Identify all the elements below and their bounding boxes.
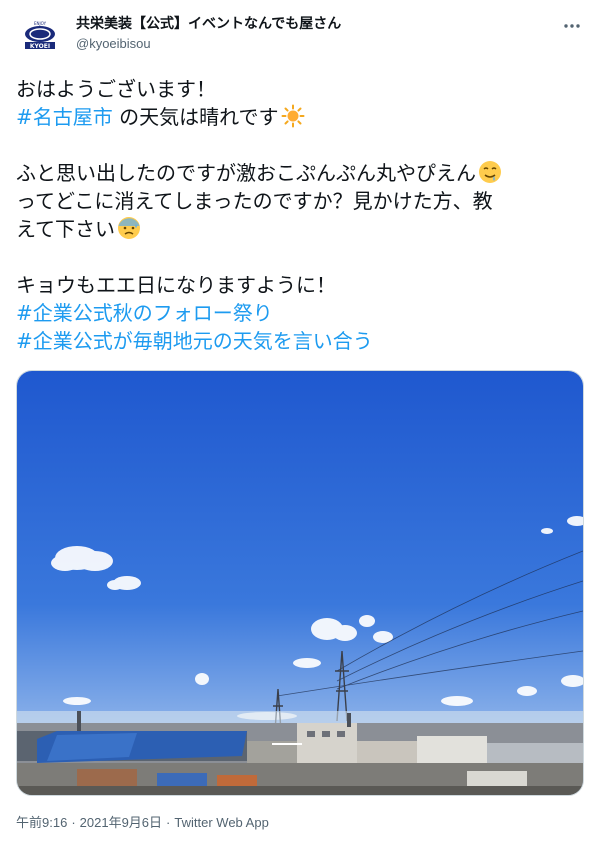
tweet-line-text: えて下さい [16,217,115,241]
tweet-line: おはようございます！ [16,77,216,101]
tweet-source-link[interactable]: Twitter Web App [174,815,268,830]
meta-separator: · [71,815,76,830]
svg-text:ENJOY: ENJOY [34,21,47,26]
tweet-text: おはようございます！ #名古屋市 の天気は晴れです ふと思い出したのですが激おこ… [16,75,586,355]
tweet-date[interactable]: 2021年9月6日 [80,815,162,830]
author-handle[interactable]: @kyoeibisou [76,34,341,54]
tweet-time[interactable]: 午前9:16 [16,815,67,830]
anxious-sweat-face-emoji-icon [118,217,140,239]
drooling-face-emoji-icon [479,161,501,183]
author-block: 共栄美装【公式】イベントなんでも屋さん @kyoeibisou [76,14,341,54]
tweet-photo[interactable] [16,370,584,796]
tweet-line: #企業公式が毎朝地元の天気を言い合う [16,327,586,355]
tweet-line: ふと思い出したのですが激おこぷんぷん丸やぴえん [16,159,586,187]
tweet-line: ってどこに消えてしまったのですか？見かけた方、教 [16,189,493,213]
meta-separator: · [166,815,171,830]
hashtag-link-follow-festival[interactable]: #企業公式秋のフォロー祭り [16,301,273,325]
author-display-name[interactable]: 共栄美装【公式】イベントなんでも屋さん [76,14,341,34]
hashtag-link-city[interactable]: #名古屋市 [16,105,113,129]
tweet-line: #企業公式秋のフォロー祭り [16,299,586,327]
tweet-line: えて下さい [16,215,586,243]
tweet-meta: 午前9:16 · 2021年9月6日 · Twitter Web App [16,812,269,831]
cityscape [17,711,583,795]
avatar[interactable]: ENJOY KYOEI [16,12,64,60]
more-options-button[interactable] [560,14,584,38]
tweet-line: #名古屋市 の天気は晴れです [16,103,586,131]
tweet-line-text: ふと思い出したのですが激おこぷんぷん丸やぴえん [16,161,476,185]
avatar-logo-text: KYOEI [30,43,50,50]
tweet-line: キョウもエエ日になりますように！ [16,273,336,297]
tweet-line-text: の天気は晴れです [112,105,279,129]
more-dots-icon [564,24,580,28]
hashtag-link-morning-weather[interactable]: #企業公式が毎朝地元の天気を言い合う [16,329,373,353]
sun-emoji-icon [281,104,305,128]
